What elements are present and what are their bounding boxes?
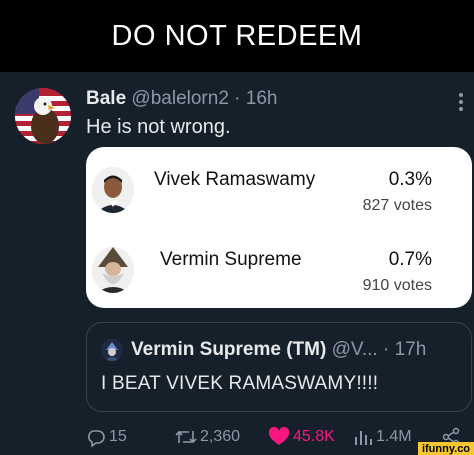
- views-count: 1.4M: [376, 428, 412, 445]
- reply-button[interactable]: 15: [86, 424, 127, 450]
- eagle-flag-icon: [15, 88, 71, 144]
- user-avatar[interactable]: [15, 88, 71, 144]
- quoted-header-separator: ·: [382, 339, 390, 360]
- poll-option-label: Vermin Supreme: [160, 249, 302, 270]
- like-button[interactable]: 45.8K: [268, 424, 335, 450]
- ifunny-watermark: ifunny.co: [418, 442, 474, 455]
- poll-option-percent: 0.3%: [388, 169, 432, 190]
- poll-option[interactable]: Vermin Supreme 0.7% 910 votes: [86, 227, 472, 307]
- tweet-header: Bale @balelorn2 · 16h: [86, 88, 277, 110]
- tweet-text: He is not wrong.: [86, 116, 231, 138]
- views-icon: [355, 431, 372, 445]
- author-name[interactable]: Bale: [86, 88, 126, 109]
- tweet[interactable]: Bale @balelorn2 · 16h He is not wrong. V…: [0, 72, 474, 455]
- quoted-author-handle[interactable]: @V...: [332, 339, 378, 360]
- tweet-timestamp[interactable]: 16h: [246, 88, 278, 109]
- views-button[interactable]: 1.4M: [353, 424, 412, 450]
- meme-caption: DO NOT REDEEM: [111, 19, 363, 52]
- reply-icon: [88, 430, 105, 447]
- retweet-icon: [175, 430, 197, 444]
- meme-caption-bar: DO NOT REDEEM: [0, 0, 474, 72]
- poll-option-votes: 910 votes: [362, 277, 432, 294]
- quoted-author-avatar[interactable]: [101, 339, 123, 361]
- author-handle[interactable]: @balelorn2: [131, 88, 228, 109]
- header-separator: ·: [234, 88, 241, 109]
- quoted-author-name[interactable]: Vermin Supreme (TM): [131, 339, 326, 360]
- retweet-count: 2,360: [200, 428, 241, 445]
- poll-option-percent: 0.7%: [388, 249, 432, 270]
- quoted-tweet-text: I BEAT VIVEK RAMASWAMY!!!!: [101, 373, 379, 394]
- more-options-icon[interactable]: [456, 92, 466, 112]
- quoted-tweet[interactable]: Vermin Supreme (TM) @V... · 17h I BEAT V…: [86, 322, 472, 412]
- quoted-tweet-header: Vermin Supreme (TM) @V... · 17h: [131, 339, 426, 361]
- reply-count: 15: [109, 428, 127, 445]
- heart-icon: [268, 427, 290, 445]
- quoted-tweet-timestamp[interactable]: 17h: [395, 339, 427, 360]
- poll-card: Vivek Ramaswamy 0.3% 827 votes Vermin Su…: [86, 147, 472, 308]
- poll-option[interactable]: Vivek Ramaswamy 0.3% 827 votes: [86, 147, 472, 227]
- like-count: 45.8K: [293, 428, 335, 445]
- poll-option-votes: 827 votes: [362, 197, 432, 214]
- candidate-photo-icon: [92, 167, 134, 213]
- tweet-actions: 15 2,360 45.8K 1.4M: [0, 424, 474, 450]
- poll-option-label: Vivek Ramaswamy: [154, 169, 316, 190]
- retweet-button[interactable]: 2,360: [175, 424, 240, 450]
- candidate-photo-icon: [92, 247, 134, 293]
